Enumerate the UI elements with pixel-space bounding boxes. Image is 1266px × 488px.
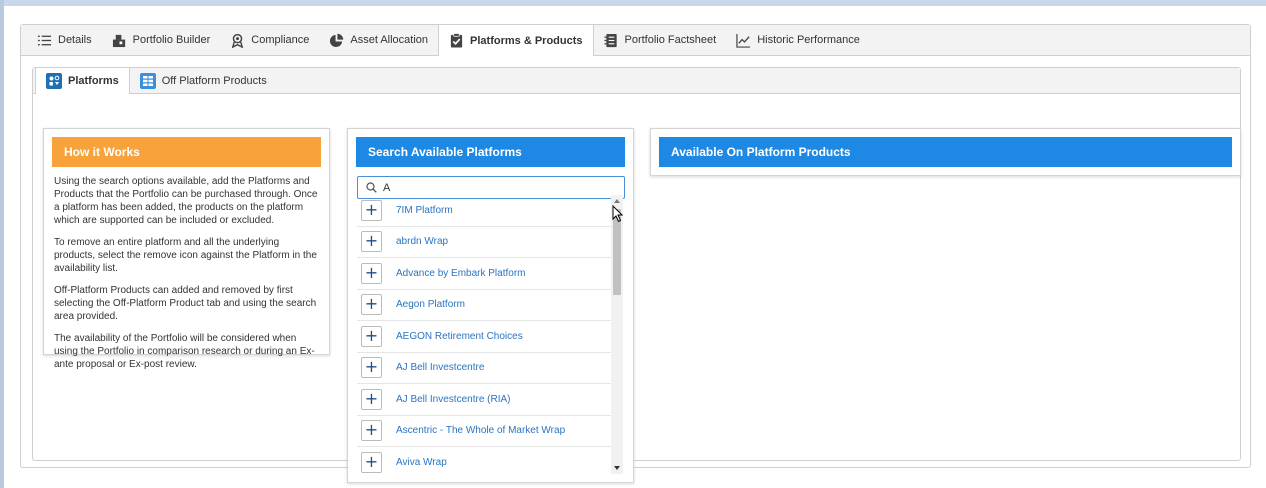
scroll-down-arrow[interactable] xyxy=(614,466,620,470)
platform-name-link[interactable]: Advance by Embark Platform xyxy=(396,268,526,279)
tab-platforms-products[interactable]: Platforms & Products xyxy=(438,25,594,56)
how-it-works-title: How it Works xyxy=(64,145,140,159)
tab-historic-performance[interactable]: Historic Performance xyxy=(726,25,870,55)
line-chart-icon xyxy=(736,33,751,48)
platform-list-item[interactable]: + AJ Bell Investcentre xyxy=(357,353,623,384)
how-it-works-paragraph: Off-Platform Products can added and remo… xyxy=(54,285,317,322)
mouse-cursor-icon xyxy=(612,205,624,223)
tab-label: Details xyxy=(58,34,92,46)
scroll-up-arrow[interactable] xyxy=(614,199,620,203)
platform-results-list[interactable]: +7IM Platform + abrdn Wrap + Advance by Emba… xyxy=(357,195,623,474)
how-it-works-paragraph: Using the search options available, add … xyxy=(54,176,318,226)
platform-name-link[interactable]: AJ Bell Investcentre (RIA) xyxy=(396,394,510,405)
add-platform-button[interactable]: + xyxy=(361,420,382,442)
search-platforms-title: Search Available Platforms xyxy=(368,145,522,159)
add-platform-button[interactable]: + xyxy=(361,451,382,473)
list-icon xyxy=(37,35,52,45)
tab-asset-allocation[interactable]: Asset Allocation xyxy=(319,25,438,55)
portfolio-panel: Details Portfolio Builder Compliance Ass… xyxy=(20,24,1251,483)
search-platforms-header: Search Available Platforms xyxy=(356,137,625,167)
platform-list-item[interactable]: + Advance by Embark Platform xyxy=(357,258,623,290)
search-platforms-card: Search Available Platforms +7IM Platform… xyxy=(347,128,634,483)
results-scrollbar[interactable] xyxy=(611,195,623,474)
window-left-strip xyxy=(0,0,4,488)
how-it-works-text: Using the search options available, add … xyxy=(44,167,329,371)
add-platform-button[interactable]: + xyxy=(361,388,382,410)
platforms-icon xyxy=(46,73,62,89)
platform-list-item[interactable]: + Ascentric - The Whole of Market Wrap xyxy=(357,416,623,447)
tab-compliance[interactable]: Compliance xyxy=(220,25,319,55)
tab-label: Portfolio Factsheet xyxy=(624,34,717,46)
sub-tab-bar: Platforms Off Platform Products xyxy=(33,68,1240,94)
platform-list-item[interactable]: + Aegon Platform xyxy=(357,290,623,321)
how-it-works-header: How it Works xyxy=(52,137,321,167)
tab-portfolio-builder[interactable]: Portfolio Builder xyxy=(102,25,221,55)
grid-icon xyxy=(139,72,156,89)
how-it-works-paragraph: To remove an entire platform and all the… xyxy=(54,237,317,274)
add-platform-button[interactable]: + xyxy=(361,325,382,347)
platforms-products-panel: Platforms Off Platform Products How it W… xyxy=(32,67,1241,483)
clipboard-check-icon xyxy=(450,33,463,48)
main-tab-bar: Details Portfolio Builder Compliance Ass… xyxy=(21,25,1250,56)
factsheet-icon xyxy=(603,33,617,47)
platform-list-item[interactable]: +7IM Platform xyxy=(357,195,623,227)
platform-list-item[interactable]: + AEGON Retirement Choices xyxy=(357,321,623,353)
window-top-strip xyxy=(0,0,1266,6)
add-platform-button[interactable]: + xyxy=(361,262,382,284)
platform-name-link[interactable]: AEGON Retirement Choices xyxy=(396,331,523,342)
platform-name-link[interactable]: abrdn Wrap xyxy=(396,236,448,247)
search-input[interactable] xyxy=(383,181,613,194)
how-it-works-paragraph: The availability of the Portfolio will b… xyxy=(54,333,315,370)
platform-name-link[interactable]: Aviva Wrap xyxy=(396,457,447,468)
add-platform-button[interactable]: + xyxy=(361,294,382,316)
tab-label: Historic Performance xyxy=(757,34,860,46)
available-products-card: Available On Platform Products xyxy=(650,128,1241,176)
tab-label: Off Platform Products xyxy=(161,74,267,87)
award-icon xyxy=(232,33,244,48)
tab-platforms[interactable]: Platforms xyxy=(35,68,130,94)
platform-name-link[interactable]: 7IM Platform xyxy=(396,205,453,216)
platform-name-link[interactable]: Ascentric - The Whole of Market Wrap xyxy=(396,425,565,436)
platform-list-item[interactable]: + AJ Bell Investcentre (RIA) xyxy=(357,384,623,416)
add-platform-button[interactable]: + xyxy=(361,231,382,253)
tab-details[interactable]: Details xyxy=(27,25,102,55)
tab-label: Asset Allocation xyxy=(350,34,429,46)
platform-list-item[interactable]: + abrdn Wrap xyxy=(357,227,623,258)
platform-name-link[interactable]: Aegon Platform xyxy=(396,299,465,310)
tab-label: Compliance xyxy=(251,34,310,46)
available-products-title: Available On Platform Products xyxy=(671,145,851,159)
pie-chart-icon xyxy=(330,33,344,47)
how-it-works-card: How it Works Using the search options av… xyxy=(43,128,330,370)
search-icon xyxy=(366,182,377,193)
available-products-header: Available On Platform Products xyxy=(659,137,1232,167)
platform-list-item[interactable]: + Aviva Wrap xyxy=(357,447,623,474)
platform-name-link[interactable]: AJ Bell Investcentre xyxy=(396,362,484,373)
tab-label: Platforms & Products xyxy=(470,34,583,47)
add-platform-button[interactable]: + xyxy=(361,199,382,221)
tab-portfolio-factsheet[interactable]: Portfolio Factsheet xyxy=(594,25,727,55)
tab-label: Platforms xyxy=(68,75,119,87)
add-platform-button[interactable]: + xyxy=(361,357,382,379)
tab-label: Portfolio Builder xyxy=(132,34,211,46)
builder-icon xyxy=(112,34,125,47)
tab-off-platform-products[interactable]: Off Platform Products xyxy=(130,68,277,93)
